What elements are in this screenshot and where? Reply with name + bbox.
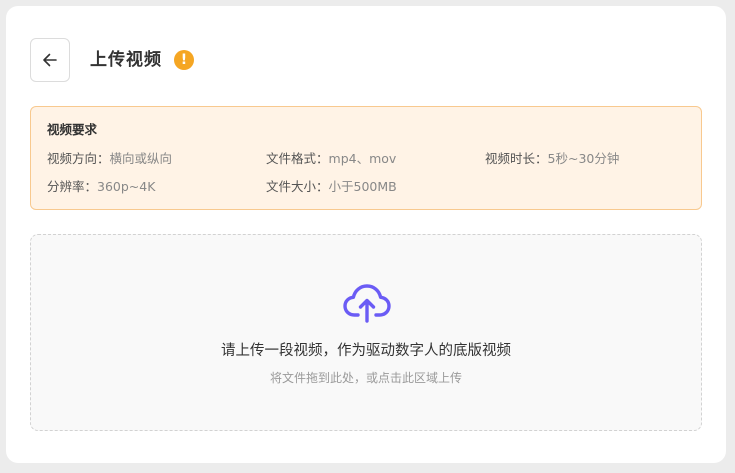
requirement-label: 文件大小： (266, 179, 329, 194)
requirement-value: 横向或纵向 (109, 151, 173, 166)
page-title: 上传视频 (90, 50, 162, 70)
requirement-orientation: 视频方向：横向或纵向 (47, 150, 172, 168)
requirement-label: 分辨率： (47, 179, 98, 194)
requirement-value: 360p~4K (97, 179, 156, 194)
requirement-label: 文件格式： (266, 151, 329, 166)
requirement-value: 5秒~30分钟 (547, 151, 620, 166)
requirement-filesize: 文件大小：小于500MB (266, 178, 397, 196)
arrow-left-icon (43, 53, 57, 67)
requirement-label: 视频时长： (485, 151, 548, 166)
back-button[interactable] (30, 38, 70, 82)
warning-icon[interactable]: ! (174, 50, 194, 70)
video-requirements-notice: 视频要求 视频方向：横向或纵向 文件格式：mp4、mov 视频时长：5秒~30分… (30, 106, 702, 210)
cloud-upload-icon (343, 284, 391, 323)
requirement-format: 文件格式：mp4、mov (266, 150, 396, 168)
upload-dropzone[interactable]: 请上传一段视频，作为驱动数字人的底版视频 将文件拖到此处，或点击此区域上传 (30, 234, 702, 431)
upload-hint: 将文件拖到此处，或点击此区域上传 (269, 371, 462, 385)
requirement-value: 小于500MB (328, 179, 397, 194)
upload-instruction: 请上传一段视频，作为驱动数字人的底版视频 (221, 343, 511, 359)
requirement-value: mp4、mov (328, 151, 397, 166)
requirement-resolution: 分辨率：360p~4K (47, 178, 155, 196)
upload-video-card: 上传视频 ! 视频要求 视频方向：横向或纵向 文件格式：mp4、mov 视频时长… (6, 6, 726, 463)
requirement-duration: 视频时长：5秒~30分钟 (485, 150, 619, 168)
requirement-label: 视频方向： (47, 151, 110, 166)
requirements-title: 视频要求 (47, 122, 98, 137)
